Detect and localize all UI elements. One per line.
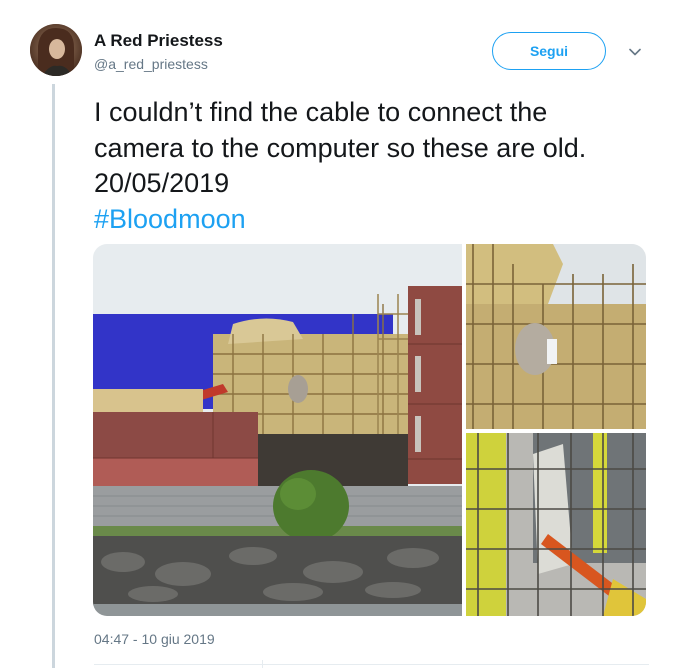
divider: [94, 664, 649, 665]
tweet-text-line: camera to the computer so these are old.: [94, 132, 587, 163]
photo-3[interactable]: [466, 433, 646, 616]
tweet-text: I couldn’t find the cable to connect the…: [94, 95, 654, 237]
photo-2[interactable]: [466, 244, 646, 429]
avatar-image: [30, 24, 82, 76]
author-display-name[interactable]: A Red Priestess: [94, 31, 223, 51]
thread-line: [52, 84, 55, 668]
avatar[interactable]: [30, 24, 82, 76]
tweet-text-line: 20/05/2019: [94, 168, 230, 198]
tweet-text-line: I couldn’t find the cable to connect the: [94, 97, 548, 127]
author-handle[interactable]: @a_red_priestess: [94, 56, 208, 72]
follow-button[interactable]: Segui: [492, 32, 606, 70]
divider: [262, 660, 263, 668]
tweet-timestamp[interactable]: 04:47 - 10 giu 2019: [94, 631, 215, 647]
media-grid: [93, 244, 646, 616]
chevron-down-icon[interactable]: [627, 44, 643, 60]
photo-1[interactable]: [93, 244, 462, 616]
hashtag-link[interactable]: #Bloodmoon: [94, 204, 246, 234]
